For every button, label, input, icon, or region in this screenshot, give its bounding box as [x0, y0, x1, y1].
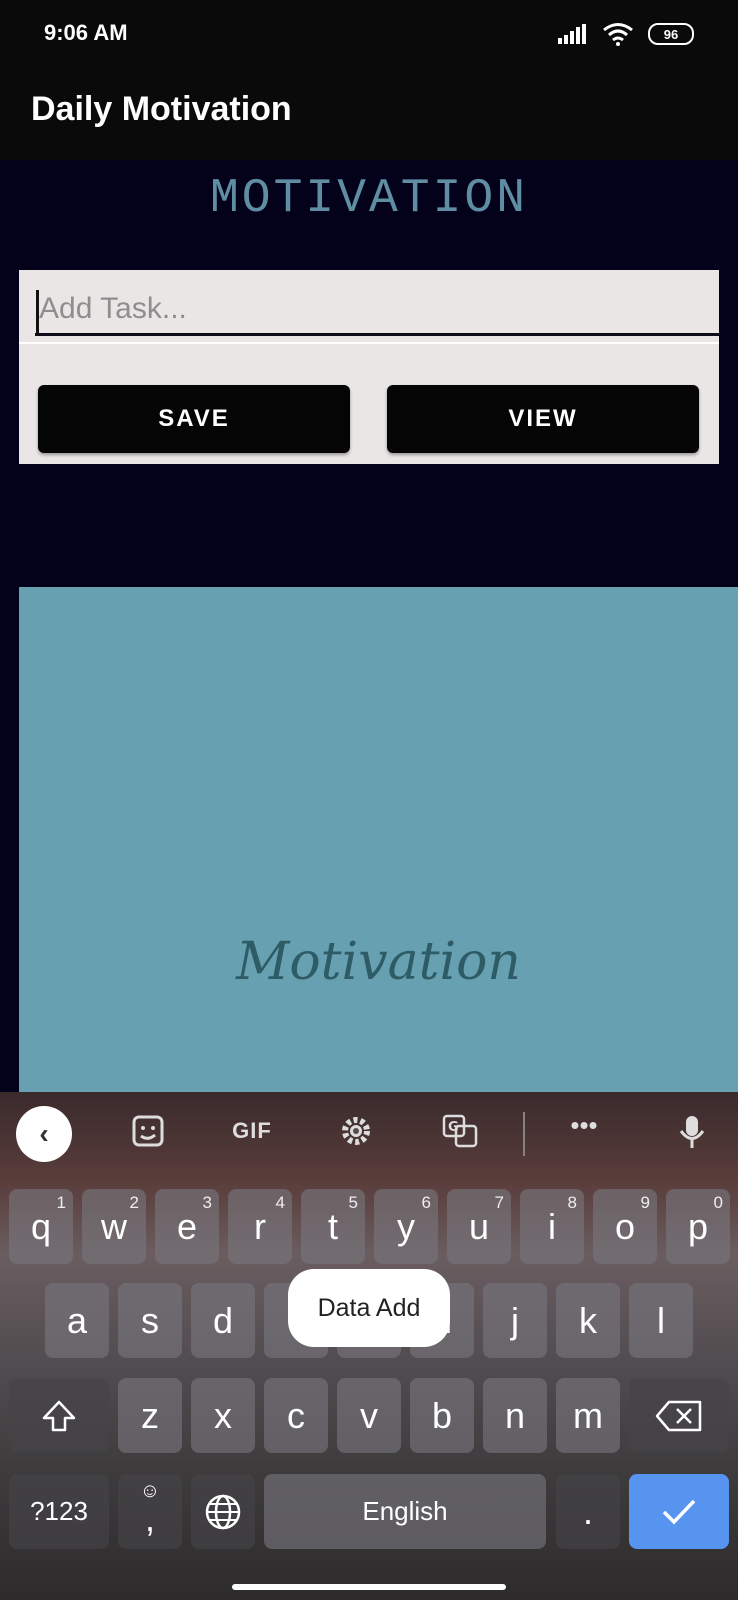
key-v[interactable]: v [337, 1378, 401, 1453]
task-card: SAVE VIEW [19, 270, 719, 464]
key-m[interactable]: m [556, 1378, 620, 1453]
keyboard-toolbar: ‹ GIF G ••• [0, 1092, 738, 1172]
key-c[interactable]: c [264, 1378, 328, 1453]
key-number-hint: 1 [56, 1193, 66, 1212]
key-o[interactable]: o9 [593, 1189, 657, 1264]
key-b[interactable]: b [410, 1378, 474, 1453]
key-label: e [176, 1205, 198, 1247]
key-a[interactable]: a [45, 1283, 109, 1358]
period-key[interactable]: . [556, 1474, 620, 1549]
key-x[interactable]: x [191, 1378, 255, 1453]
comma-label: , [144, 1497, 155, 1539]
key-label: q [30, 1205, 52, 1247]
gif-button[interactable]: GIF [228, 1118, 276, 1144]
key-label: y [397, 1205, 415, 1247]
key-j[interactable]: j [483, 1283, 547, 1358]
key-t[interactable]: t5 [301, 1189, 365, 1264]
key-k[interactable]: k [556, 1283, 620, 1358]
chevron-left-icon[interactable]: ‹ [16, 1106, 72, 1162]
card-divider [19, 342, 719, 344]
key-label: p [687, 1205, 709, 1247]
key-number-hint: 7 [494, 1193, 504, 1212]
key-number-hint: 2 [129, 1193, 139, 1212]
status-bar: 9:06 AM 96 [0, 0, 738, 68]
shift-icon[interactable] [9, 1378, 109, 1453]
add-task-input[interactable] [35, 284, 719, 336]
app-title: Daily Motivation [31, 90, 292, 128]
motivation-script-text: Motivation [236, 932, 521, 992]
key-u[interactable]: u7 [447, 1189, 511, 1264]
key-r[interactable]: r4 [228, 1189, 292, 1264]
key-i[interactable]: i8 [520, 1189, 584, 1264]
emoji-icon: ☺ [139, 1480, 161, 1502]
key-q[interactable]: q1 [9, 1189, 73, 1264]
key-number-hint: 3 [202, 1193, 212, 1212]
app-bar: Daily Motivation [0, 68, 738, 160]
key-d[interactable]: d [191, 1283, 255, 1358]
key-number-hint: 4 [275, 1193, 285, 1212]
gear-icon[interactable] [332, 1114, 380, 1155]
space-bar[interactable]: English [264, 1474, 546, 1549]
key-label: w [101, 1205, 127, 1247]
signal-icon [558, 24, 586, 44]
translate-icon[interactable]: G [436, 1114, 484, 1155]
motivation-image: Motivation [19, 587, 738, 1092]
key-l[interactable]: l [629, 1283, 693, 1358]
key-y[interactable]: y6 [374, 1189, 438, 1264]
gesture-nav-pill[interactable] [232, 1584, 506, 1590]
text-caret [36, 290, 39, 334]
key-number-hint: 0 [713, 1193, 723, 1212]
key-p[interactable]: p0 [666, 1189, 730, 1264]
microphone-icon[interactable] [668, 1114, 716, 1157]
symbols-key[interactable]: ?123 [9, 1474, 109, 1549]
checkmark-icon[interactable] [629, 1474, 729, 1549]
key-number-hint: 8 [567, 1193, 577, 1212]
motivation-heading: MOTIVATION [209, 172, 529, 226]
wifi-icon [603, 23, 633, 46]
key-number-hint: 5 [348, 1193, 358, 1212]
save-button[interactable]: SAVE [38, 385, 350, 453]
key-number-hint: 9 [640, 1193, 650, 1212]
key-number-hint: 6 [421, 1193, 431, 1212]
key-z[interactable]: z [118, 1378, 182, 1453]
key-s[interactable]: s [118, 1283, 182, 1358]
key-label: t [327, 1205, 338, 1247]
key-label: r [254, 1205, 266, 1247]
more-dots-icon[interactable]: ••• [560, 1110, 608, 1141]
view-button[interactable]: VIEW [387, 385, 699, 453]
key-label: i [548, 1205, 556, 1247]
key-e[interactable]: e3 [155, 1189, 219, 1264]
svg-text:G: G [448, 1120, 459, 1135]
backspace-icon[interactable] [629, 1378, 729, 1453]
status-icons: 96 [558, 22, 694, 46]
key-w[interactable]: w2 [82, 1189, 146, 1264]
key-n[interactable]: n [483, 1378, 547, 1453]
status-time: 9:06 AM [44, 20, 128, 45]
battery-indicator: 96 [648, 23, 694, 45]
comma-emoji-key[interactable]: ☺ , [118, 1474, 182, 1549]
toolbar-separator [523, 1112, 525, 1156]
sticker-icon[interactable] [124, 1114, 172, 1155]
key-label: o [614, 1205, 636, 1247]
globe-icon[interactable] [191, 1474, 255, 1549]
key-label: u [468, 1205, 490, 1247]
toast-message: Data Add [288, 1269, 450, 1347]
